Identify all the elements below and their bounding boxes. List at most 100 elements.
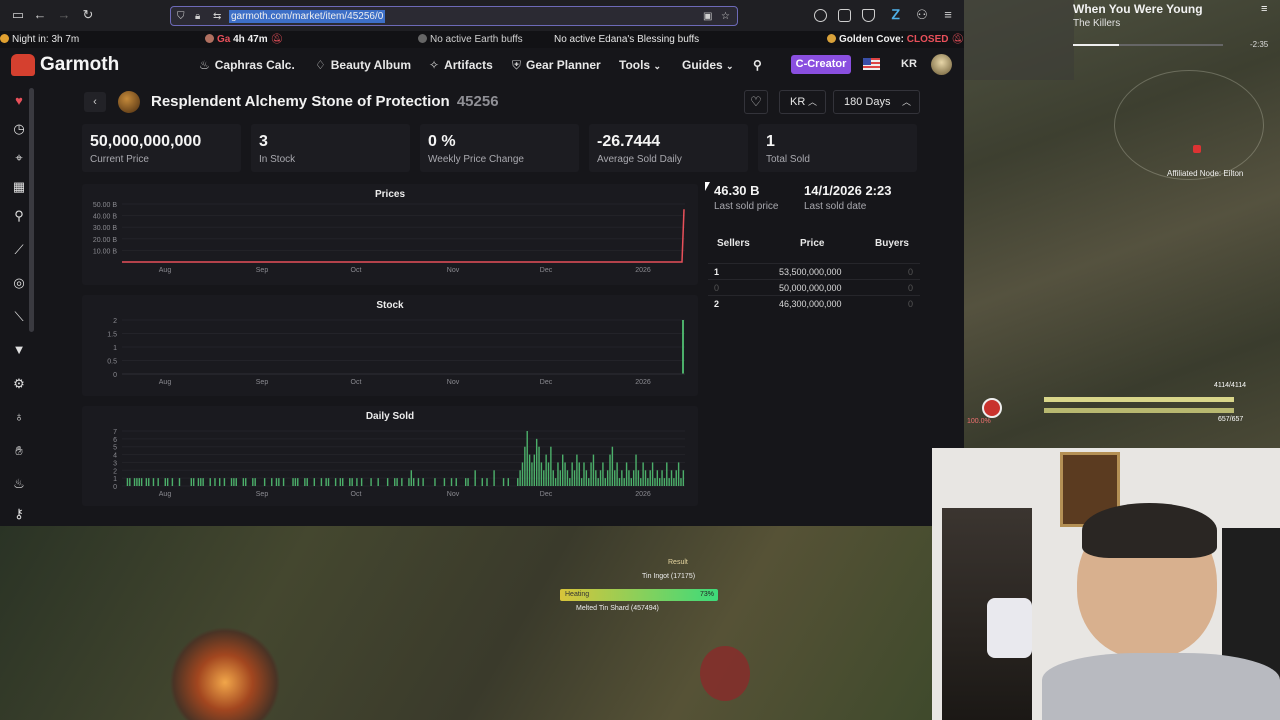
period-dropdown[interactable]: 180 Days ︿: [833, 90, 920, 114]
daily-sold-bar: [682, 470, 685, 486]
bell-muted-icon[interactable]: 🔕︎: [270, 34, 283, 45]
calculator-icon[interactable]: ▦: [12, 180, 26, 194]
extensions-icon[interactable]: [838, 9, 851, 22]
item-id: 45256: [456, 93, 499, 110]
daily-sold-bar: [252, 478, 254, 486]
lock-icon[interactable]: ⚷: [12, 507, 26, 521]
golden-cove: Golden Cove: CLOSED 🔕︎: [827, 31, 964, 48]
daily-sold-bar: [223, 478, 226, 486]
reader-view-icon[interactable]: ▣: [703, 10, 712, 23]
region-dropdown[interactable]: KR ︿: [779, 90, 826, 114]
page-title: Resplendent Alchemy Stone of Protection …: [151, 93, 499, 110]
sword-icon[interactable]: ⟋: [12, 243, 26, 257]
x-tick-label: Oct: [351, 379, 362, 386]
region-selector[interactable]: KR: [901, 58, 917, 70]
map-pin-icon[interactable]: ⌖: [12, 151, 26, 165]
flower-icon: [700, 646, 750, 701]
shield-extension-icon[interactable]: [862, 9, 875, 22]
x-tick-label: Sep: [256, 491, 269, 498]
shield-icon[interactable]: ⛉: [177, 10, 185, 23]
bulb-icon: ♢: [315, 58, 326, 72]
clock-icon[interactable]: ◷: [12, 122, 26, 136]
daily-sold-bar: [360, 478, 363, 486]
daily-sold-bar: [294, 478, 297, 486]
song-progress-fill: [1073, 44, 1119, 46]
bookmark-star-icon[interactable]: ☆: [721, 10, 730, 23]
chevron-down-icon: ⌄: [653, 61, 661, 71]
daily-sold-bar: [535, 438, 538, 486]
daily-sold-bar: [171, 478, 174, 486]
daily-sold-bar: [668, 478, 670, 486]
shirt-icon[interactable]: ▼: [12, 343, 26, 357]
daily-sold-bar: [465, 478, 467, 486]
heart-icon[interactable]: ♥: [12, 94, 26, 108]
craft-result-label: Result: [668, 559, 688, 566]
garmoth-logo-icon[interactable]: [11, 54, 35, 76]
c-creator-button[interactable]: C-Creator: [791, 55, 851, 74]
daily-sold-bar: [635, 454, 637, 486]
flame-icon[interactable]: ♨: [12, 477, 26, 491]
daily-sold-bar: [474, 470, 476, 486]
reload-icon[interactable]: ↻: [80, 7, 96, 23]
sidebar-scrollbar[interactable]: [29, 88, 34, 332]
x-tick-label: Aug: [159, 491, 172, 498]
x-tick-label: Oct: [351, 491, 362, 498]
daily-sold-bar: [164, 478, 166, 486]
daily-sold-bar: [197, 478, 200, 486]
nav-artifacts[interactable]: ✧ Artifacts: [429, 58, 493, 72]
lock-icon[interactable]: 🔒︎: [195, 10, 200, 23]
nav-tools[interactable]: Tools ⌄: [619, 58, 661, 72]
y-tick-label: 2: [113, 468, 117, 475]
settings-gear-icon[interactable]: ⚙: [12, 377, 26, 391]
permissions-icon[interactable]: ⇆: [213, 10, 221, 23]
daily-sold-bar: [230, 478, 233, 486]
daily-sold-bar: [614, 470, 616, 486]
back-arrow-icon[interactable]: ←: [32, 7, 48, 23]
menu-hamburger-icon: ≡: [1261, 3, 1268, 15]
daily-sold-bar: [493, 470, 495, 486]
tabs-icon[interactable]: ▭: [10, 7, 26, 23]
search-icon[interactable]: ⚲: [753, 58, 762, 72]
url-text[interactable]: garmoth.com/market/item/45256/0: [229, 10, 386, 23]
daily-sold-bar: [275, 478, 278, 486]
site-nav: Garmoth ♨ Caphras Calc. ♢ Beauty Album ✧ Ar…: [0, 48, 964, 82]
daily-sold-bar: [192, 478, 195, 486]
daily-sold-bar: [573, 470, 576, 486]
translate-icon[interactable]: Ꮓ: [888, 7, 904, 23]
potion-icon[interactable]: ♁: [12, 410, 26, 424]
table-row: 2 46,300,000,000 0: [708, 295, 920, 311]
back-button[interactable]: ‹: [84, 92, 106, 112]
daily-sold-bar: [370, 478, 372, 486]
search-icon[interactable]: ⚲: [12, 209, 26, 223]
craft-item-label: Tin Ingot (17175): [642, 573, 696, 580]
daily-sold-bar: [578, 462, 580, 486]
target-icon[interactable]: ◎: [12, 276, 26, 290]
nav-guides[interactable]: Guides ⌄: [682, 58, 734, 72]
y-tick-label: 1: [113, 345, 117, 352]
daily-sold-bar: [450, 478, 453, 486]
daily-sold-bar: [640, 478, 642, 486]
nav-beauty-album[interactable]: ♢ Beauty Album: [315, 58, 411, 72]
daily-sold-bar: [327, 478, 330, 486]
daily-sold-bar: [550, 446, 552, 486]
menu-hamburger-icon[interactable]: ≡: [940, 7, 956, 23]
forward-arrow-icon[interactable]: →: [56, 7, 72, 23]
address-bar[interactable]: ⛉ 🔒︎ ⇆ garmoth.com/market/item/45256/0 ▣…: [170, 6, 738, 26]
craft-percent-label: 73%: [700, 591, 715, 598]
account-icon[interactable]: [814, 9, 827, 22]
us-flag-icon[interactable]: [863, 58, 880, 70]
favorite-button[interactable]: ♡: [744, 90, 768, 114]
nav-caphras-calc[interactable]: ♨ Caphras Calc.: [199, 58, 295, 72]
nav-gear-planner[interactable]: ⛨ Gear Planner: [512, 58, 601, 73]
daily-sold-bar: [133, 478, 136, 486]
site-logo[interactable]: Garmoth: [40, 54, 119, 76]
y-tick-label: 0: [113, 484, 117, 491]
daily-sold-bar: [680, 478, 682, 486]
knife-icon[interactable]: ⟍: [12, 310, 26, 324]
hand-icon[interactable]: ✋︎: [12, 444, 26, 458]
daily-sold-bar: [630, 478, 633, 486]
bell-muted-icon[interactable]: 🔕︎: [951, 34, 964, 45]
daily-sold-bar: [585, 470, 588, 486]
gamepad-icon[interactable]: ⚇: [914, 7, 930, 23]
avatar[interactable]: [931, 54, 952, 75]
